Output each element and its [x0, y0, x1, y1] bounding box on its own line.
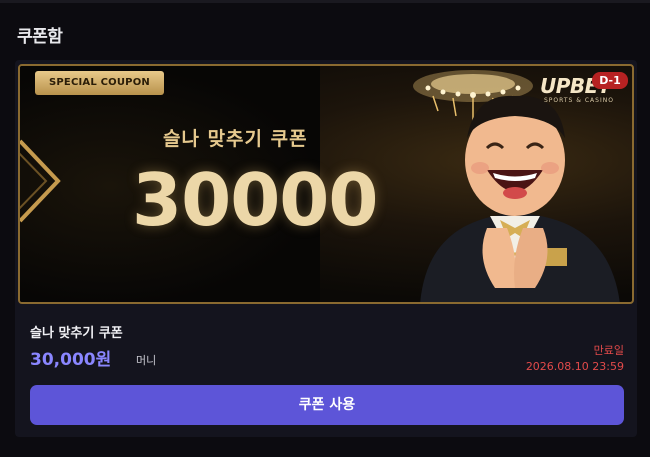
- banner-title: 슬나 맞추기 쿠폰: [163, 128, 308, 150]
- coupon-card: SPECIAL COUPON 슬나 맞추기 쿠폰 30000 UPBET SPO…: [15, 60, 637, 437]
- chevron-right-icon: [20, 139, 61, 223]
- page-title: 쿠폰함: [17, 27, 63, 47]
- expire-date: 2026.08.10 23:59: [525, 360, 624, 373]
- top-divider: [0, 0, 650, 3]
- upbet-logo-subtitle: SPORTS & CASINO: [544, 97, 614, 104]
- expire-label: 만료일: [593, 344, 624, 357]
- coupon-unit: 머니: [136, 354, 157, 367]
- use-coupon-button[interactable]: 쿠폰 사용: [30, 385, 624, 425]
- coupon-amount: 30,000원: [30, 350, 112, 370]
- coupon-name: 슬나 맞추기 쿠폰: [30, 326, 123, 341]
- coupon-banner: SPECIAL COUPON 슬나 맞추기 쿠폰 30000 UPBET SPO…: [18, 64, 634, 304]
- banner-amount: 30000: [132, 158, 378, 242]
- mascot-image: [420, 95, 620, 302]
- special-coupon-tag: SPECIAL COUPON: [35, 71, 164, 95]
- dday-badge: D-1: [592, 72, 628, 89]
